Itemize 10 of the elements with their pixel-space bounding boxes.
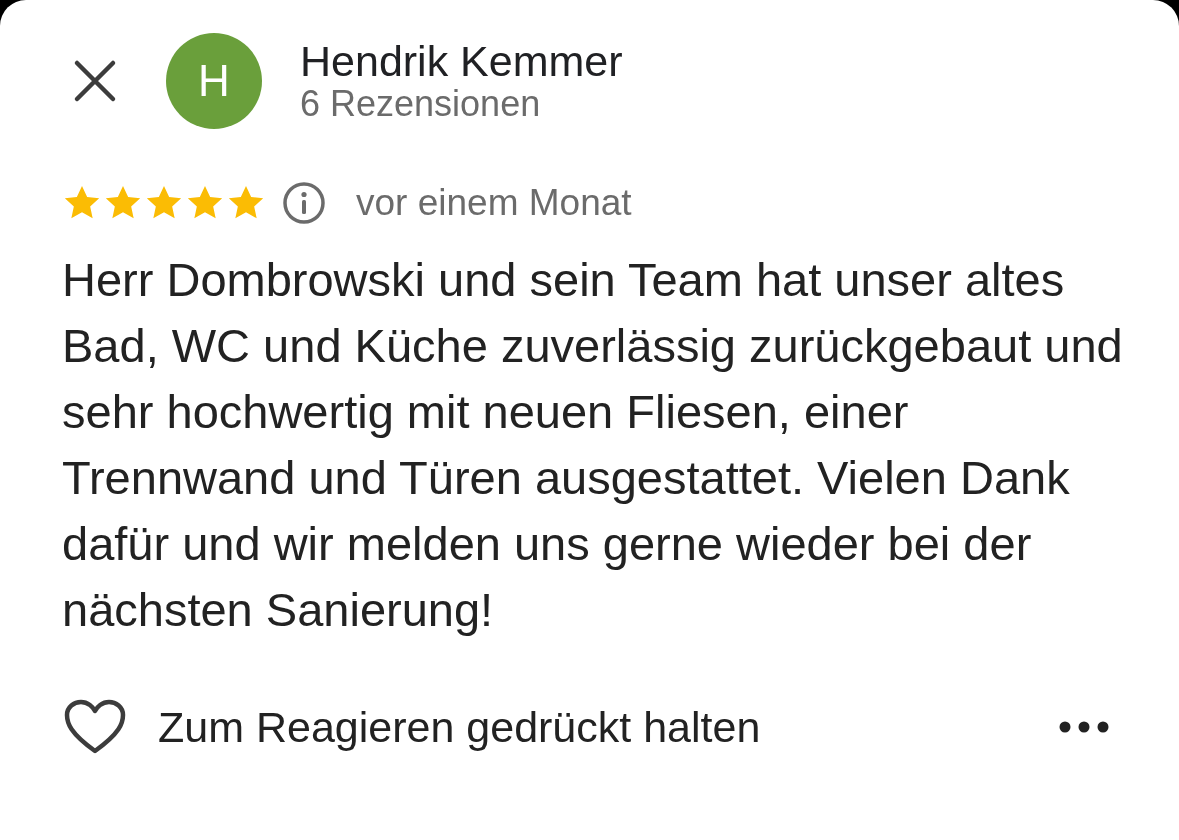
close-icon (73, 59, 117, 103)
reaction-hint: Zum Reagieren gedrückt halten (158, 702, 761, 752)
heart-icon[interactable] (64, 699, 126, 755)
reviewer-name[interactable]: Hendrik Kemmer (300, 38, 623, 84)
close-button[interactable] (73, 59, 117, 103)
review-text: Herr Dombrowski und sein Team hat unser altes Bad, WC und Küche zuverlässig zurückgebaut und sehr hochwertig mit neuen Fliesen, einer Trennwand und Türen ausgestattet. Vielen Dank dafür und wir melden uns gerne wieder bei der nächsten Sanierung! (62, 252, 1124, 638)
more-icon[interactable] (1059, 721, 1109, 733)
review-count: 6 Rezensionen (300, 84, 542, 124)
info-icon[interactable] (282, 181, 326, 225)
review-time: vor einem Monat (356, 182, 632, 224)
